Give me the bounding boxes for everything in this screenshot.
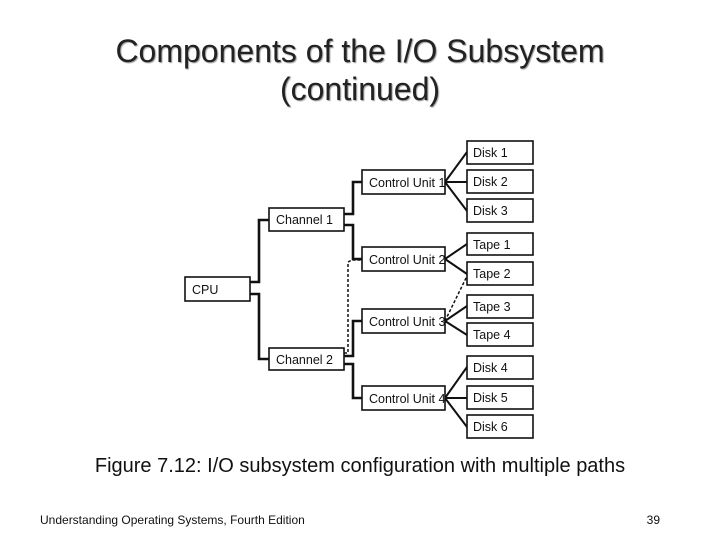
node-label: CPU — [192, 283, 218, 297]
edge-cpu-channel1 — [250, 218, 269, 284]
node-control-unit-3: Control Unit 3 — [361, 308, 446, 334]
node-control-unit-1: Control Unit 1 — [361, 169, 446, 195]
node-label: Disk 6 — [473, 420, 508, 434]
node-label: Tape 4 — [473, 328, 511, 342]
node-disk-1: Disk 1 — [466, 140, 534, 165]
footer-book-title: Understanding Operating Systems, Fourth … — [40, 513, 305, 527]
edge-channel1-cu1 — [344, 180, 362, 216]
edge-cu1-disks — [444, 151, 468, 212]
node-channel2: Channel 2 — [268, 347, 345, 371]
node-label: Tape 1 — [473, 238, 511, 252]
node-label: Disk 4 — [473, 361, 508, 375]
node-tape-1: Tape 1 — [466, 232, 534, 256]
node-tape-3: Tape 3 — [466, 294, 534, 319]
node-label: Disk 3 — [473, 204, 508, 218]
node-tape-4: Tape 4 — [466, 322, 534, 347]
node-label: Tape 3 — [473, 300, 511, 314]
node-label: Disk 2 — [473, 175, 508, 189]
edge-cpu-channel2 — [250, 292, 269, 361]
node-control-unit-4: Control Unit 4 — [361, 385, 446, 411]
node-label: Control Unit 4 — [369, 392, 445, 406]
edge-channel1-cu2 — [344, 223, 362, 261]
node-label: Channel 2 — [276, 353, 333, 367]
figure-caption: Figure 7.12: I/O subsystem configuration… — [94, 455, 626, 477]
node-control-unit-2: Control Unit 2 — [361, 246, 446, 272]
node-label: Control Unit 1 — [369, 176, 445, 190]
node-cpu: CPU — [184, 276, 251, 302]
node-label: Tape 2 — [473, 267, 511, 281]
edge-cu2-tapes — [444, 243, 468, 275]
node-label: Control Unit 2 — [369, 253, 445, 267]
node-disk-6: Disk 6 — [466, 414, 534, 439]
node-label: Disk 1 — [473, 146, 508, 160]
node-channel1: Channel 1 — [268, 207, 345, 232]
node-tape-2: Tape 2 — [466, 261, 534, 286]
node-label: Disk 5 — [473, 391, 508, 405]
edge-cu3-tapes — [444, 275, 468, 336]
node-disk-2: Disk 2 — [466, 169, 534, 194]
page-number: 39 — [646, 513, 660, 527]
node-label: Control Unit 3 — [369, 315, 445, 329]
node-disk-5: Disk 5 — [466, 385, 534, 410]
node-disk-3: Disk 3 — [466, 198, 534, 223]
edge-channel2-cu3 — [344, 319, 362, 358]
edge-channel2-cu4 — [344, 362, 362, 400]
node-disk-4: Disk 4 — [466, 355, 534, 380]
edge-cu4-disks — [444, 366, 468, 428]
node-label: Channel 1 — [276, 213, 333, 227]
